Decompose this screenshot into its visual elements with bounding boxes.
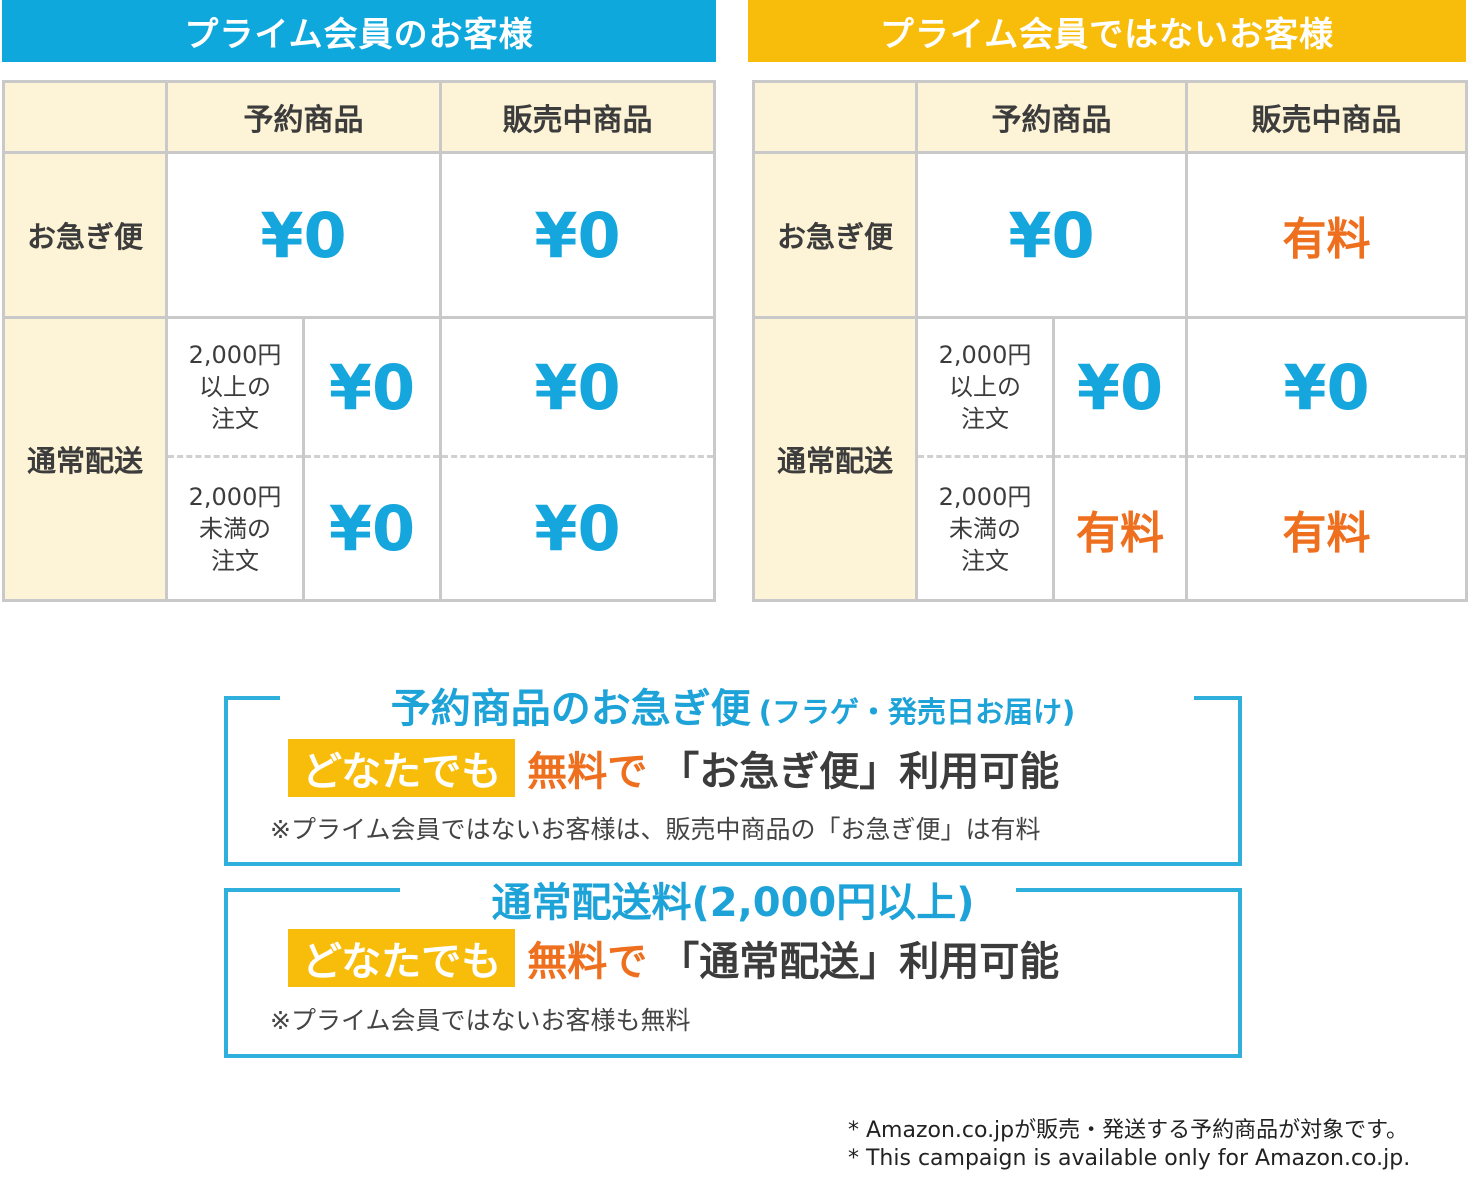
footnote-en: * This campaign is available only for Am… — [848, 1146, 1411, 1171]
prime-header-label: プライム会員のお客様 — [184, 14, 534, 55]
non-prime-table: 予約商品 販売中商品 お急ぎ便 ¥0 有料 通常配送 2,000円 以上の 注文… — [752, 80, 1468, 602]
standard-under-preorder-fee: 有料 — [1055, 455, 1185, 599]
standard-over-preorder-fee: ¥0 — [305, 319, 439, 455]
row-header-standard: 通常配送 — [5, 319, 165, 599]
corner-cell — [755, 83, 915, 151]
col-header-onsale-label: 販売中商品 — [502, 103, 653, 138]
corner-cell — [5, 83, 165, 151]
col-header-preorder-label: 予約商品 — [243, 103, 364, 138]
free-label: 無料で — [527, 749, 648, 795]
fee-value: ¥0 — [534, 492, 621, 565]
condition-over-2000: 2,000円 以上の 注文 — [168, 319, 302, 455]
row-header-express: お急ぎ便 — [755, 154, 915, 316]
condition-over-2000: 2,000円 以上の 注文 — [918, 319, 1052, 455]
service-available-label: 「通常配送」利用可能 — [659, 939, 1060, 985]
col-header-onsale: 販売中商品 — [442, 83, 713, 151]
fee-value: ¥0 — [1283, 350, 1370, 424]
fee-value: ¥0 — [328, 492, 416, 565]
footnote-jp: * Amazon.co.jpが販売・発送する予約商品が対象です。 — [848, 1118, 1408, 1143]
express-benefit-title: 予約商品のお急ぎ便 (フラゲ・発売日お届け) — [224, 676, 1242, 732]
prime-table: 予約商品 販売中商品 お急ぎ便 ¥0 ¥0 通常配送 2,000円 以上の 注文… — [2, 80, 716, 602]
row-header-standard: 通常配送 — [755, 319, 915, 599]
express-onsale-fee: ¥0 — [442, 154, 713, 316]
fee-value: ¥0 — [1008, 198, 1095, 272]
condition-under-2000: 2,000円 未満の 注文 — [168, 455, 302, 599]
standard-under-onsale-fee: 有料 — [1188, 455, 1465, 599]
row-header-express-label: お急ぎ便 — [776, 220, 893, 254]
standard-under-preorder-fee: ¥0 — [305, 455, 439, 599]
express-benefit-line: どなたでも 無料で 「お急ぎ便」利用可能 — [288, 738, 1059, 798]
condition-under-2000: 2,000円 未満の 注文 — [918, 455, 1052, 599]
prime-header: プライム会員のお客様 — [2, 0, 716, 62]
fee-paid-label: 有料 — [1076, 507, 1164, 559]
anyone-badge: どなたでも — [288, 739, 516, 797]
fee-value: ¥0 — [1076, 350, 1164, 424]
express-preorder-fee: ¥0 — [918, 154, 1185, 316]
col-header-preorder: 予約商品 — [168, 83, 439, 151]
fee-paid-label: 有料 — [1282, 507, 1371, 559]
fee-paid-label: 有料 — [1282, 214, 1371, 265]
fee-value: ¥0 — [328, 350, 416, 424]
fee-value: ¥0 — [534, 198, 621, 272]
express-title-sub: (フラゲ・発売日お届け) — [758, 695, 1076, 729]
express-note: ※プライム会員ではないお客様は、販売中商品の「お急ぎ便」は有料 — [270, 815, 1041, 844]
fee-value: ¥0 — [260, 198, 347, 272]
express-title-main: 予約商品のお急ぎ便 — [390, 686, 751, 732]
standard-over-preorder-fee: ¥0 — [1055, 319, 1185, 455]
col-header-onsale-label: 販売中商品 — [1251, 103, 1402, 138]
row-header-standard-label: 通常配送 — [776, 444, 893, 478]
service-available-label: 「お急ぎ便」利用可能 — [659, 749, 1060, 795]
non-prime-header-label: プライム会員ではないお客様 — [879, 14, 1335, 55]
col-header-preorder-label: 予約商品 — [991, 103, 1112, 138]
standard-note: ※プライム会員ではないお客様も無料 — [270, 1006, 691, 1035]
row-header-express-label: お急ぎ便 — [26, 220, 143, 254]
express-onsale-fee: 有料 — [1188, 154, 1465, 316]
standard-over-onsale-fee: ¥0 — [1188, 319, 1465, 455]
anyone-badge: どなたでも — [288, 929, 516, 987]
standard-benefit-title: 通常配送料(2,000円以上) — [224, 870, 1242, 926]
condition-label: 2,000円 以上の 注文 — [188, 341, 282, 433]
free-label: 無料で — [527, 939, 648, 985]
row-header-express: お急ぎ便 — [5, 154, 165, 316]
condition-label: 2,000円 未満の 注文 — [188, 482, 282, 575]
non-prime-header: プライム会員ではないお客様 — [748, 0, 1466, 62]
condition-label: 2,000円 未満の 注文 — [938, 482, 1032, 575]
express-preorder-fee: ¥0 — [168, 154, 439, 316]
condition-label: 2,000円 以上の 注文 — [938, 341, 1032, 433]
standard-over-onsale-fee: ¥0 — [442, 319, 713, 455]
row-header-standard-label: 通常配送 — [26, 444, 143, 478]
standard-under-onsale-fee: ¥0 — [442, 455, 713, 599]
col-header-preorder: 予約商品 — [918, 83, 1185, 151]
fee-value: ¥0 — [534, 350, 621, 424]
col-header-onsale: 販売中商品 — [1188, 83, 1465, 151]
standard-title-main: 通常配送料(2,000円以上) — [491, 880, 975, 926]
standard-benefit-line: どなたでも 無料で 「通常配送」利用可能 — [288, 928, 1059, 988]
